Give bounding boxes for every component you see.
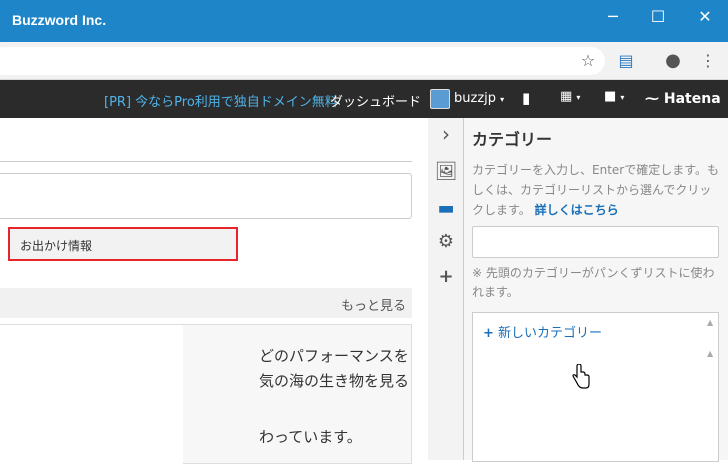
maximize-button[interactable]: ☐ [643,6,673,28]
category-list: + 新しいカテゴリー ▲ ▲ [472,312,719,462]
message-icon[interactable]: ■ ▾ [604,89,624,104]
panel-description: カテゴリーを入力し、Enterで確定します。もしくは、カテゴリーリストから選んで… [472,160,722,220]
section-band: もっと見る [0,288,412,318]
category-item[interactable]: お出かけ情報 [8,227,238,261]
window-title: Buzzword Inc. [12,12,107,28]
star-icon[interactable]: ☆ [578,51,598,71]
preview-text-line: わっています。 [259,428,362,446]
grid-icon[interactable]: ▦ ▾ [560,89,580,104]
address-bar: ☆ ▤ ● ⋮ [0,42,728,80]
preview-text-line: どのパフォーマンスを [259,347,409,365]
hatena-bar: [PR] 今ならPro利用で独自ドメイン無料 ダッシュボード buzzjp ▾ … [0,80,728,118]
minimize-button[interactable]: ─ [598,6,628,28]
gear-icon[interactable]: ⚙ [434,230,458,254]
title-bar: Buzzword Inc. ─ ☐ ✕ [0,0,728,42]
category-input[interactable] [472,226,719,258]
folder-icon[interactable]: ▬ [434,197,458,221]
more-link[interactable]: もっと見る [341,295,406,314]
scroll-up-icon[interactable]: ▲ [707,349,713,358]
menu-icon[interactable]: ⋮ [698,51,718,71]
new-category-button[interactable]: + 新しいカテゴリー [483,322,602,341]
preview-area: どのパフォーマンスを 気の海の生き物を見る わっています。 [0,324,412,465]
editor-area: もっと見る どのパフォーマンスを 気の海の生き物を見る わっています。 [0,118,428,465]
new-category-label: 新しいカテゴリー [498,326,603,341]
details-link[interactable]: 詳しくはこちら [535,203,619,217]
dashboard-link[interactable]: ダッシュボード [330,91,421,110]
close-button[interactable]: ✕ [690,6,720,28]
hand-cursor-icon [572,364,590,389]
url-field[interactable] [0,47,605,75]
plus-icon: + [483,326,494,341]
category-panel: カテゴリー カテゴリーを入力し、Enterで確定します。もしくは、カテゴリーリス… [464,118,728,462]
profile-icon[interactable]: ● [663,51,683,71]
bookmark-icon[interactable]: ▮ [522,89,530,107]
panel-title: カテゴリー [472,130,553,149]
username-label: buzzjp [454,91,497,106]
extension-icon[interactable]: ▤ [616,51,636,71]
sidebar-icon-strip: › 🖼 ▬ ⚙ + [428,118,464,460]
image-icon[interactable]: 🖼 [434,160,458,184]
user-menu[interactable]: buzzjp ▾ [454,91,504,106]
preview-text-line: 気の海の生き物を見る [259,372,410,390]
hatena-logo-text: Hatena [663,91,721,107]
divider [0,161,412,162]
chevron-right-icon[interactable]: › [434,122,458,146]
preview-image-area [0,325,183,465]
avatar[interactable] [430,89,450,109]
hatena-logo[interactable]: ⁓ Hatena [645,91,721,107]
title-input[interactable] [0,173,412,219]
pr-link[interactable]: [PR] 今ならPro利用で独自ドメイン無料 [104,91,338,110]
scroll-up-icon[interactable]: ▲ [707,318,713,327]
plus-icon[interactable]: + [434,265,458,289]
category-label: お出かけ情報 [20,239,93,253]
panel-note: ※ 先頭のカテゴリーがパンくずリストに使われます。 [472,266,715,299]
